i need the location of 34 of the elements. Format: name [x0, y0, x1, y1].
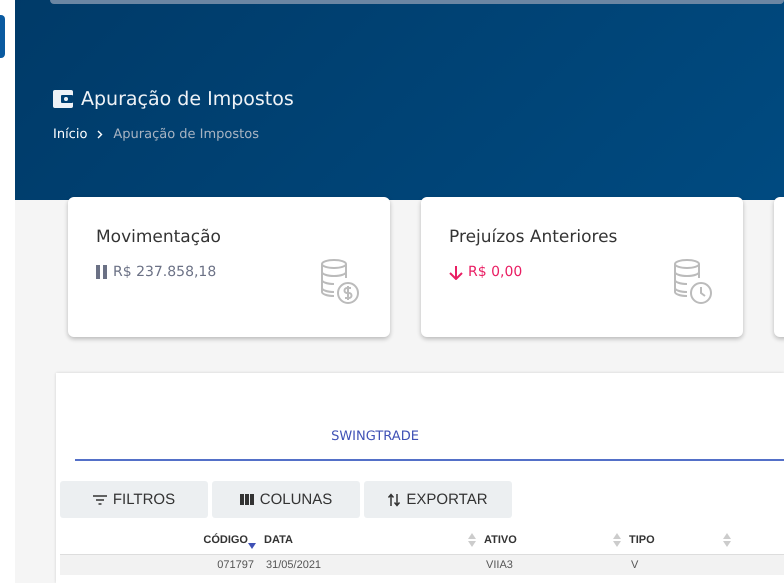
sort-icon[interactable]: [613, 533, 621, 547]
breadcrumb-link[interactable]: Início: [53, 127, 88, 142]
table-cell-text: 31/05/2021: [265, 559, 322, 571]
coin-stack-dollar-icon: [320, 259, 360, 305]
wallet-icon: [53, 90, 73, 108]
column-header[interactable]: DATA: [264, 534, 293, 546]
card-title: Prejuízos Anteriores: [449, 227, 618, 247]
chevron-right-icon: [97, 130, 104, 139]
card-title: Movimentação: [96, 227, 222, 247]
coin-stack-clock-icon: [673, 259, 713, 305]
sort-icon[interactable]: [468, 533, 476, 547]
card-value: R$ 0,00: [468, 264, 522, 280]
page-title: Apuração de Impostos: [81, 88, 294, 110]
toolbar-button[interactable]: EXPORTAR: [364, 481, 512, 518]
toolbar-button[interactable]: FILTROS: [60, 481, 208, 518]
breadcrumb-link[interactable]: Apuração de Impostos: [113, 127, 259, 142]
tab[interactable]: SWINGTRADE: [75, 429, 565, 459]
table-cell-text: V: [630, 559, 640, 571]
sort-desc-icon[interactable]: [248, 543, 256, 549]
card-value: R$ 237.858,18: [113, 264, 216, 280]
table-cell-text: 071797: [216, 559, 255, 571]
table-cell-text: VIIA3: [485, 559, 514, 571]
filter-icon: [92, 494, 107, 504]
column-header[interactable]: ATIVO: [484, 534, 517, 546]
column-header[interactable]: CÓDIGO: [203, 534, 248, 546]
sidebar-tab[interactable]: [0, 15, 5, 58]
sort-icon[interactable]: [723, 533, 731, 547]
columns-icon: [240, 494, 254, 505]
sort-arrows-icon: [388, 492, 400, 506]
search-bar[interactable]: [50, 0, 784, 4]
toolbar-button[interactable]: COLUNAS: [212, 481, 360, 518]
column-header[interactable]: TIPO: [629, 534, 655, 546]
pause-bars-icon: [96, 265, 108, 279]
down-arrow-icon: [449, 264, 463, 280]
